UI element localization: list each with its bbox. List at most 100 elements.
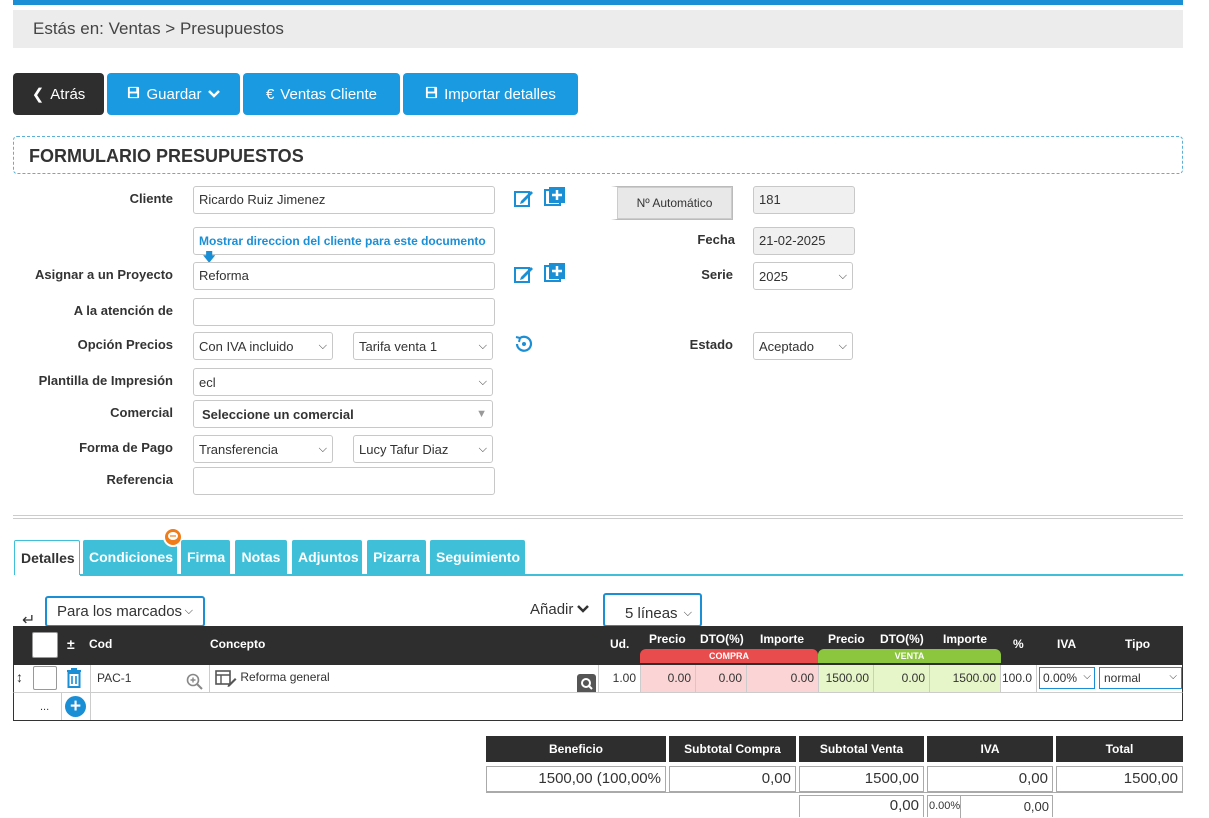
bulk-action-select[interactable]: Para los marcados ⌵ (45, 596, 205, 627)
triangle-down-icon: ▼ (476, 408, 487, 420)
proyecto-input[interactable]: Reforma (193, 262, 495, 290)
history-reset-icon[interactable] (513, 333, 535, 361)
cliente-input[interactable]: Ricardo Ruiz Jimenez (193, 186, 495, 214)
chevron-down-icon (207, 86, 220, 103)
show-address-toggle[interactable]: Mostrar direccion del cliente para este … (193, 227, 495, 264)
forma-pago-value: Transferencia (199, 441, 278, 457)
col-dto-venta: DTO(%) (880, 632, 924, 646)
add-lines-label: Añadir (530, 601, 574, 618)
precio-venta-cell[interactable]: 1500.00 (819, 665, 874, 692)
chat-badge-icon (163, 527, 183, 547)
table-row[interactable]: ↕ PAC-1 Reforma general 1.00 0.00 0.00 0… (13, 665, 1183, 693)
tab-pizarra[interactable]: Pizarra (367, 540, 426, 575)
tab-firma[interactable]: Firma (181, 540, 230, 575)
select-all-checkbox[interactable] (32, 632, 58, 658)
importe-venta-cell[interactable]: 1500.00 (930, 665, 1001, 692)
col-importe-venta: Importe (943, 632, 988, 646)
edit-icon[interactable] (513, 263, 535, 291)
estado-select[interactable]: Aceptado ⌵ (753, 332, 853, 360)
save-label: Guardar (146, 85, 202, 103)
importe-compra-cell[interactable]: 0.00 (747, 665, 819, 692)
chevron-down-icon: ⌵ (318, 442, 327, 455)
chevron-down-icon: ⌵ (838, 269, 847, 282)
fecha-input[interactable]: 21-02-2025 (753, 227, 855, 255)
euro-icon: € (265, 85, 275, 103)
compra-band: COMPRA (640, 649, 818, 663)
number-input[interactable]: 181 (753, 186, 855, 214)
opcion-precios-select[interactable]: Con IVA incluido ⌵ (193, 332, 333, 360)
iva-row2-value: 0,00 (1023, 799, 1049, 814)
tab-underline (80, 574, 1183, 576)
import-label: Importar detalles (444, 85, 556, 103)
import-details-button[interactable]: Importar detalles (403, 73, 578, 115)
iva-row2-divider (960, 796, 961, 818)
forma-pago-select[interactable]: Transferencia ⌵ (193, 435, 333, 463)
subtotal-venta-header: Subtotal Venta (799, 736, 924, 762)
row-dots: ... (40, 701, 50, 713)
chevron-down-icon: ⌵ (318, 339, 327, 352)
referencia-input[interactable] (193, 467, 495, 495)
add-lines-toggle[interactable]: Añadir (530, 601, 590, 618)
pago-person-select[interactable]: Lucy Tafur Diaz ⌵ (353, 435, 493, 463)
add-row: ... + (13, 693, 1183, 721)
atencion-input[interactable] (193, 298, 495, 326)
chevron-down-icon: ⌵ (184, 605, 193, 617)
total-header: Total (1056, 736, 1183, 762)
tarifa-select[interactable]: Tarifa venta 1 ⌵ (353, 332, 493, 360)
dto-compra-cell[interactable]: 0.00 (696, 665, 747, 692)
back-button[interactable]: ❮ Atrás (13, 73, 104, 115)
lines-count-select[interactable]: 5 líneas ⌵ (603, 593, 702, 627)
estado-value: Aceptado (759, 338, 814, 354)
show-address-label: Mostrar direccion del cliente para este … (199, 234, 486, 248)
add-square-icon[interactable] (544, 262, 566, 290)
chevron-down-icon: ⌵ (478, 375, 487, 388)
col-ud: Ud. (610, 637, 630, 651)
iva-header: IVA (927, 736, 1053, 762)
trash-icon[interactable] (66, 668, 82, 691)
tab-condiciones[interactable]: Condiciones (83, 540, 177, 575)
drag-handle-icon[interactable]: ↕ (16, 669, 23, 685)
tipo-select[interactable]: normal ⌵ (1099, 667, 1182, 689)
tab-detalles[interactable]: Detalles (14, 540, 80, 575)
add-square-icon[interactable] (544, 186, 566, 214)
save-button[interactable]: Guardar (107, 73, 240, 115)
search-detail-icon[interactable] (577, 674, 596, 692)
serie-value: 2025 (759, 268, 788, 284)
concepto-value: Reforma general (240, 670, 330, 684)
comercial-select[interactable]: Seleccione un comercial ▼ (193, 400, 493, 428)
ud-cell[interactable]: 1.00 (599, 665, 641, 692)
concepto-cell[interactable]: Reforma general (211, 665, 599, 692)
base-row2-value: 0,00 (799, 795, 924, 817)
bulk-action-value: Para los marcados (57, 603, 183, 620)
precio-compra-cell[interactable]: 0.00 (641, 665, 696, 692)
table-header: ± Cod Concepto Ud. Precio DTO(%) Importe… (13, 626, 1183, 665)
tab-notas[interactable]: Notas (235, 540, 287, 575)
pct-cell[interactable]: 100.0 (1001, 665, 1037, 692)
form-title: FORMULARIO PRESUPUESTOS (13, 136, 1183, 174)
row-checkbox[interactable] (33, 666, 57, 690)
add-line-plus-icon[interactable]: + (65, 696, 86, 717)
iva-select[interactable]: 0.00% ⌵ (1039, 667, 1095, 689)
floppy-icon (425, 86, 438, 103)
tab-adjuntos[interactable]: Adjuntos (292, 540, 362, 575)
col-importe-compra: Importe (760, 632, 805, 646)
edit-icon[interactable] (513, 187, 535, 215)
total-value: 1500,00 (1056, 766, 1183, 792)
referencia-label: Referencia (106, 472, 173, 487)
plantilla-select[interactable]: ecl ⌵ (193, 368, 493, 396)
col-precio-compra: Precio (649, 632, 686, 646)
iva-value-total: 0,00 (927, 766, 1053, 792)
venta-band: VENTA (818, 649, 1001, 663)
chevron-down-icon: ⌵ (683, 607, 692, 619)
breadcrumb: Estás en: Ventas > Presupuestos (13, 10, 1183, 48)
dto-venta-cell[interactable]: 0.00 (874, 665, 930, 692)
zoom-in-icon[interactable] (186, 673, 204, 694)
serie-select[interactable]: 2025 ⌵ (753, 262, 853, 290)
tab-seguimiento[interactable]: Seguimiento (430, 540, 525, 575)
iva-row2-pct: 0.00% (929, 800, 961, 812)
beneficio-header: Beneficio (486, 736, 666, 762)
sales-client-button[interactable]: € Ventas Cliente (243, 73, 400, 115)
chevron-down-icon: ⌵ (838, 339, 847, 352)
estado-label: Estado (689, 337, 733, 352)
auto-number-button[interactable]: Nº Automático (611, 186, 733, 220)
